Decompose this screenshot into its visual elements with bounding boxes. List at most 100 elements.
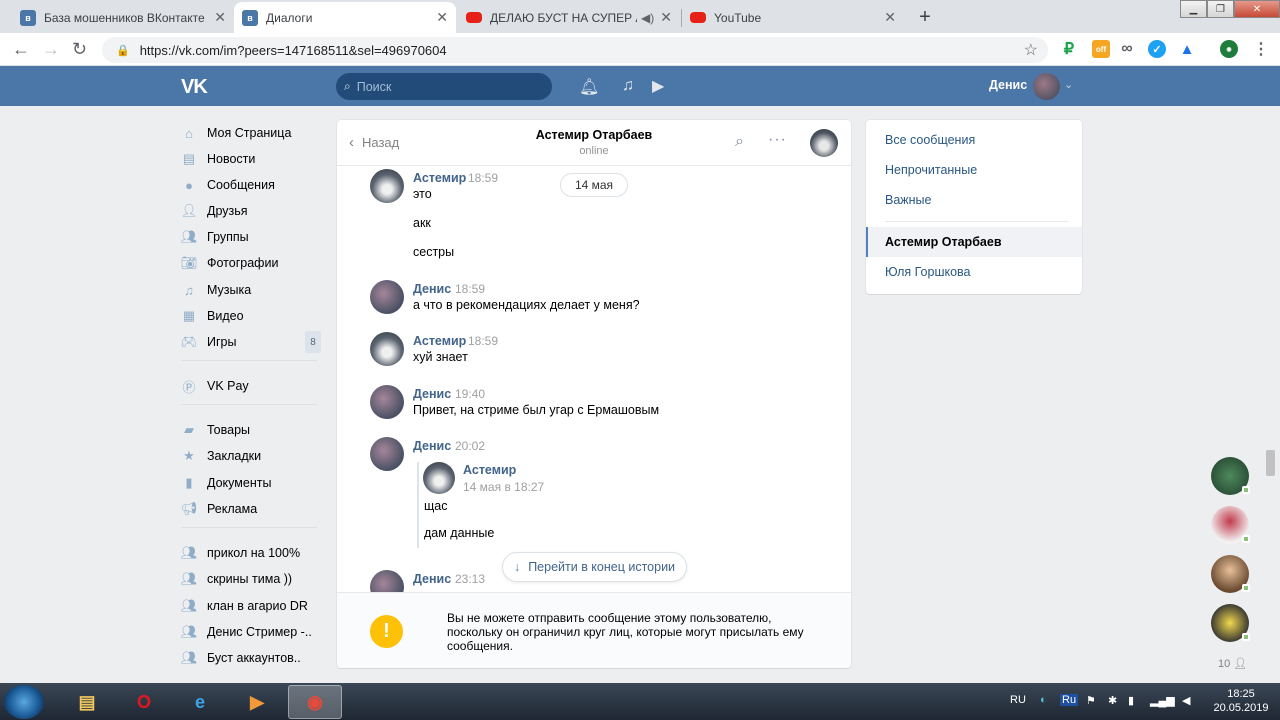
menu-item-bookmarks[interactable]: ★ Закладки <box>181 443 321 469</box>
message-time[interactable]: 18:59 <box>468 171 498 185</box>
message-time[interactable]: 23:13 <box>455 572 485 586</box>
message-author[interactable]: Денис <box>413 572 451 586</box>
menu-item-goods[interactable]: ▰ Товары <box>181 417 321 443</box>
message-time[interactable]: 19:40 <box>455 387 485 401</box>
menu-item-documents[interactable]: ▮ Документы <box>181 470 321 496</box>
tray-ru-icon[interactable]: Ru <box>1060 694 1079 706</box>
menu-chat-5[interactable]: 👥︎ Буст аккаунтов.. <box>181 645 321 671</box>
close-tab-icon[interactable]: ✕ <box>660 9 672 26</box>
media-player-icon[interactable]: ▶ <box>230 685 284 719</box>
online-friend-avatar[interactable] <box>1211 555 1250 593</box>
avatar[interactable] <box>370 385 404 419</box>
play-icon[interactable]: ▶ <box>652 76 664 96</box>
ruble-icon[interactable]: ₽ <box>1060 40 1078 58</box>
header-user-name[interactable]: Денис <box>989 78 1027 92</box>
forward-arrow-icon[interactable]: → <box>42 39 60 60</box>
close-tab-icon[interactable]: ✕ <box>214 9 226 26</box>
address-bar[interactable]: 🔒 https://vk.com/im?peers=147168511&sel=… <box>102 37 1048 63</box>
online-friend-avatar[interactable] <box>1211 604 1250 642</box>
menu-item-photos[interactable]: 📷︎ Фотографии <box>181 250 321 276</box>
volume-icon[interactable]: ◀ <box>1182 694 1190 707</box>
avatar[interactable] <box>370 332 404 366</box>
infinity-icon[interactable]: ∞ <box>1118 40 1136 58</box>
close-window-button[interactable]: ✕ <box>1234 0 1280 18</box>
menu-item-vk-pay[interactable]: Ⓟ VK Pay <box>181 373 321 399</box>
browser-tab-4[interactable]: YouTube ✕ <box>682 2 904 33</box>
header-avatar[interactable] <box>1033 73 1060 100</box>
chrome-menu-icon[interactable]: ⋮ <box>1252 40 1270 58</box>
message-time[interactable]: 18:59 <box>455 282 485 296</box>
message-author[interactable]: Астемир <box>413 171 466 185</box>
flag-icon[interactable]: ⚑ <box>1086 694 1096 707</box>
maximize-button[interactable]: ❐ <box>1207 0 1234 18</box>
chevron-down-icon[interactable]: ⌄ <box>1064 78 1073 91</box>
peer-avatar[interactable] <box>810 129 838 157</box>
menu-item-video[interactable]: ▦ Видео <box>181 303 321 329</box>
dialog-item[interactable]: Юля Горшкова <box>866 257 1082 287</box>
filter-all-messages[interactable]: Все сообщения <box>866 125 1082 155</box>
network-icon[interactable]: ▮ <box>1128 694 1134 707</box>
forwarded-time[interactable]: 14 мая в 18:27 <box>463 480 544 494</box>
system-clock[interactable]: 18:25 20.05.2019 <box>1205 687 1277 715</box>
message-author[interactable]: Денис <box>413 439 451 453</box>
menu-item-my-page[interactable]: ⌂ Моя Страница <box>181 120 321 146</box>
menu-chat-2[interactable]: 👥︎ скрины тима )) <box>181 566 321 592</box>
message-time[interactable]: 20:02 <box>455 439 485 453</box>
browser-tab-3[interactable]: ДЕЛАЮ БУСТ НА СУПЕР АКК ◀) ✕ <box>458 2 680 33</box>
forwarded-avatar[interactable] <box>423 462 455 494</box>
internet-explorer-icon[interactable]: e <box>173 685 227 719</box>
bookmark-star-icon[interactable]: ☆ <box>1024 40 1038 60</box>
triangle-a-icon[interactable]: ▲ <box>1178 40 1196 58</box>
menu-chat-4[interactable]: 👥︎ Денис Стример -.. <box>181 619 321 645</box>
menu-item-games[interactable]: 🎮︎ Игры 8 <box>181 329 321 355</box>
signal-icon[interactable]: ▂▄▆ <box>1150 694 1175 707</box>
menu-item-messages[interactable]: ● Сообщения <box>181 172 321 198</box>
filter-important[interactable]: Важные <box>866 185 1082 215</box>
message-time[interactable]: 18:59 <box>468 334 498 348</box>
page-scrollbar[interactable] <box>1266 450 1275 476</box>
menu-item-music[interactable]: ♫ Музыка <box>181 277 321 303</box>
avatar[interactable] <box>370 570 404 592</box>
minimize-button[interactable]: ▁ <box>1180 0 1207 18</box>
new-tab-button[interactable]: + <box>912 4 938 30</box>
message-history[interactable]: 14 мая Астемир 18:59 это акк сестры Дени… <box>337 166 851 592</box>
goto-end-button[interactable]: ↓ Перейти в конец истории <box>502 552 687 582</box>
dialog-item-selected[interactable]: Астемир Отарбаев <box>866 227 1082 257</box>
explorer-icon[interactable]: ▤ <box>60 685 114 719</box>
avatar[interactable] <box>370 169 404 203</box>
bluetooth-icon[interactable]: ✱ <box>1108 694 1117 707</box>
message-author[interactable]: Денис <box>413 282 451 296</box>
tray-app-icon[interactable]: ◐ <box>1040 694 1047 706</box>
language-indicator[interactable]: RU <box>1010 694 1026 706</box>
browser-tab-1[interactable]: в База мошенников ВКонтакте Ки ✕ <box>12 2 234 33</box>
bell-icon[interactable]: 🔔︎ <box>579 77 599 97</box>
menu-item-groups[interactable]: 👥︎ Группы <box>181 224 321 250</box>
message-author[interactable]: Денис <box>413 387 451 401</box>
start-button[interactable] <box>4 685 44 719</box>
chrome-taskbar-icon[interactable]: ◉ <box>288 685 342 719</box>
music-note-icon[interactable]: ♫ <box>622 77 634 95</box>
back-arrow-icon[interactable]: ← <box>12 39 30 60</box>
online-friend-avatar[interactable] <box>1211 457 1250 495</box>
menu-chat-3[interactable]: 👥︎ клан в агарио DR <box>181 593 321 619</box>
menu-item-ads[interactable]: 📢︎ Реклама <box>181 496 321 522</box>
menu-chat-1[interactable]: 👥︎ прикол на 100% <box>181 540 321 566</box>
forwarded-author[interactable]: Астемир <box>463 463 516 477</box>
vk-logo[interactable]: VK <box>181 76 208 99</box>
search-icon[interactable]: ⌕ <box>735 133 744 151</box>
friends-online-count[interactable]: 10 👤︎ <box>1218 657 1247 670</box>
filter-unread[interactable]: Непрочитанные <box>866 155 1082 185</box>
close-tab-icon[interactable]: ✕ <box>884 9 896 26</box>
check-shield-icon[interactable]: ✓ <box>1148 40 1166 58</box>
search-input[interactable]: ⌕ Поиск <box>336 73 552 100</box>
browser-tab-2[interactable]: в Диалоги ✕ <box>234 2 456 33</box>
reload-icon[interactable]: ↻ <box>72 39 87 60</box>
menu-item-news[interactable]: ▤ Новости <box>181 146 321 172</box>
menu-item-friends[interactable]: 👤︎ Друзья <box>181 198 321 224</box>
avatar[interactable] <box>370 437 404 471</box>
more-icon[interactable]: ··· <box>768 131 787 149</box>
message-author[interactable]: Астемир <box>413 334 466 348</box>
avatar[interactable] <box>370 280 404 314</box>
online-friend-avatar[interactable] <box>1211 506 1250 544</box>
profile-avatar-icon[interactable]: ◉ <box>1220 40 1238 58</box>
